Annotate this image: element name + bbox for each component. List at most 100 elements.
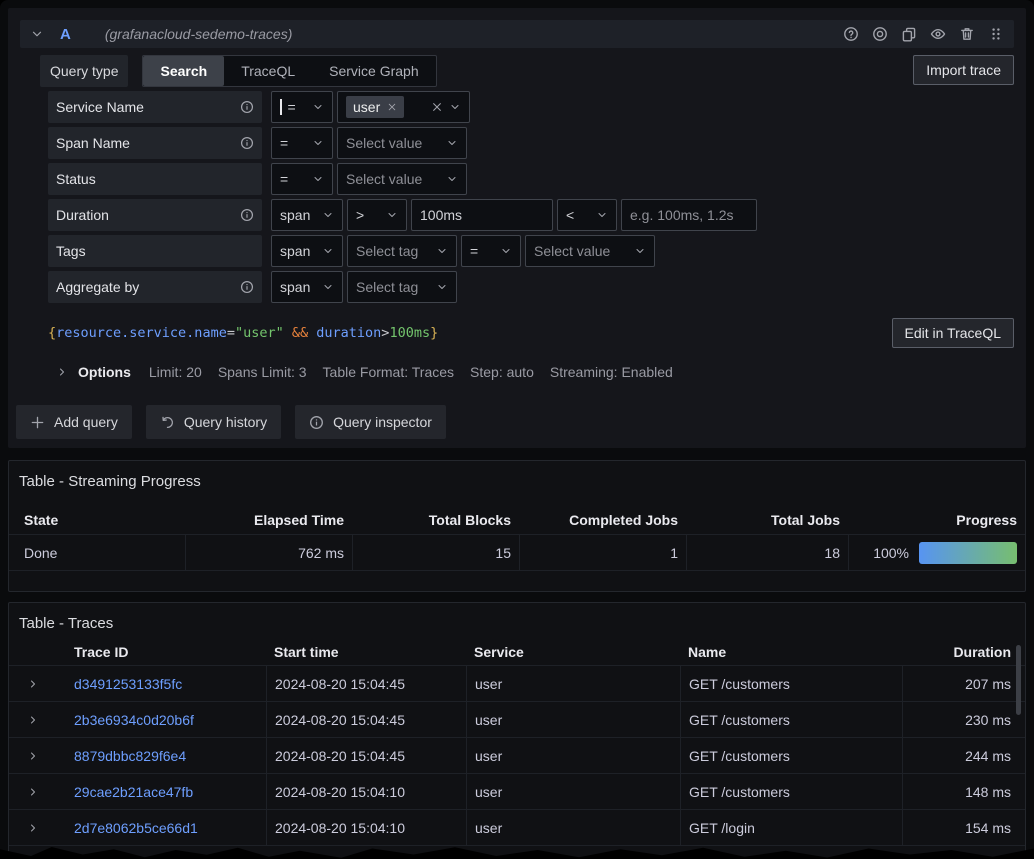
options-spans-limit: Spans Limit: 3 (218, 364, 307, 380)
col-progress[interactable]: Progress (848, 506, 1025, 534)
duration-gt-operator-select[interactable]: > (347, 199, 407, 231)
aggregate-scope-select[interactable]: span (271, 271, 343, 303)
trace-table-row: 8879dbbc829f6e4 2024-08-20 15:04:45 user… (9, 738, 1025, 774)
duration-lt-value-input[interactable] (621, 199, 757, 231)
col-service[interactable]: Service (466, 638, 680, 665)
tab-traceql[interactable]: TraceQL (224, 56, 312, 86)
col-elapsed-time[interactable]: Elapsed Time (185, 506, 352, 534)
col-duration[interactable]: Duration (902, 638, 1025, 665)
chevron-right-icon (27, 822, 39, 834)
row-expander[interactable] (9, 810, 66, 845)
col-completed-jobs[interactable]: Completed Jobs (519, 506, 686, 534)
aggregate-by-label: Aggregate by (48, 271, 262, 303)
scrollbar-thumb[interactable] (1016, 645, 1021, 715)
service-name-operator-select[interactable]: = (271, 91, 333, 123)
col-name[interactable]: Name (680, 638, 902, 665)
col-start-time[interactable]: Start time (266, 638, 466, 665)
panel-title: Table - Streaming Progress (9, 461, 1025, 490)
span-name-value-select[interactable]: Select value (337, 127, 467, 159)
status-operator-select[interactable]: = (271, 163, 333, 195)
trash-icon[interactable] (959, 26, 975, 42)
duration-scope-select[interactable]: span (271, 199, 343, 231)
duration-lt-operator-select[interactable]: < (557, 199, 617, 231)
query-row-header[interactable]: A (grafanacloud-sedemo-traces) (20, 20, 1014, 48)
chevron-right-icon (27, 750, 39, 762)
query-type-label: Query type (40, 55, 128, 87)
copy-icon[interactable] (901, 26, 917, 42)
trace-id-link[interactable]: d3491253133f5fc (74, 676, 182, 692)
query-type-tabs: Search TraceQL Service Graph (142, 55, 436, 87)
edit-in-traceql-button[interactable]: Edit in TraceQL (892, 318, 1015, 348)
query-ref-id: A (60, 26, 71, 43)
cell-name: GET /customers (680, 702, 902, 737)
chevron-right-icon (27, 678, 39, 690)
cell-start-time: 2024-08-20 15:04:45 (266, 666, 466, 701)
options-row[interactable]: Options Limit: 20 Spans Limit: 3 Table F… (48, 357, 1014, 387)
traceql-preview-row: {resource.service.name="user" && duratio… (48, 317, 1014, 349)
cell-service: user (466, 738, 680, 773)
col-state[interactable]: State (9, 506, 185, 534)
cell-service: user (466, 666, 680, 701)
traces-panel: Table - Traces Trace ID Start time Servi… (8, 602, 1026, 859)
chevron-right-icon (27, 786, 39, 798)
panel-title: Table - Traces (9, 603, 1025, 632)
aggregate-by-row: Aggregate by span Select tag (48, 271, 1014, 303)
row-expander[interactable] (9, 738, 66, 773)
tags-scope-select[interactable]: span (271, 235, 343, 267)
remove-value-icon[interactable] (387, 102, 397, 112)
eye-icon[interactable] (930, 26, 946, 42)
chevron-down-icon (322, 209, 334, 221)
options-table-format: Table Format: Traces (323, 364, 455, 380)
span-name-operator-select[interactable]: = (271, 127, 333, 159)
tags-operator-select[interactable]: = (461, 235, 521, 267)
options-streaming: Streaming: Enabled (550, 364, 673, 380)
service-name-value-select[interactable]: user (337, 91, 470, 123)
duration-gt-value-input[interactable] (411, 199, 553, 231)
chevron-down-icon (322, 281, 334, 293)
query-editor-section: A (grafanacloud-sedemo-traces) (8, 8, 1026, 448)
service-name-row: Service Name = user (48, 91, 1014, 123)
datasource-hint: (grafanacloud-sedemo-traces) (105, 26, 293, 42)
options-limit: Limit: 20 (149, 364, 202, 380)
import-trace-button[interactable]: Import trace (913, 55, 1014, 85)
cell-name: GET /customers (680, 666, 902, 701)
col-expander (9, 638, 66, 665)
help-icon[interactable] (843, 26, 859, 42)
collapse-query-icon[interactable] (30, 27, 44, 41)
chevron-right-icon[interactable] (56, 366, 68, 378)
query-history-button[interactable]: Query history (146, 405, 281, 439)
col-total-blocks[interactable]: Total Blocks (352, 506, 519, 534)
chevron-down-icon (322, 245, 334, 257)
query-row-actions (843, 26, 1004, 42)
info-icon (240, 280, 254, 294)
tab-search[interactable]: Search (143, 56, 224, 86)
add-query-button[interactable]: Add query (16, 405, 132, 439)
streaming-table-row: Done 762 ms 15 1 18 100% (9, 534, 1025, 571)
chevron-down-icon (436, 281, 448, 293)
aggregate-tag-select[interactable]: Select tag (347, 271, 457, 303)
row-expander[interactable] (9, 774, 66, 809)
duration-row: Duration span > < (48, 199, 1014, 231)
query-inspector-button[interactable]: Query inspector (295, 405, 446, 439)
col-trace-id[interactable]: Trace ID (66, 638, 266, 665)
drag-handle-icon[interactable] (988, 26, 1004, 42)
trace-id-link[interactable]: 29cae2b21ace47fb (74, 784, 193, 800)
trace-id-link[interactable]: 2d7e8062b5ce66d1 (74, 820, 198, 836)
cell-start-time: 2024-08-20 15:04:45 (266, 702, 466, 737)
streaming-table-header: State Elapsed Time Total Blocks Complete… (9, 506, 1025, 534)
plus-icon (30, 415, 45, 430)
trace-id-link[interactable]: 8879dbbc829f6e4 (74, 748, 186, 764)
cell-name: GET /login (680, 810, 902, 845)
bullseye-icon[interactable] (872, 26, 888, 42)
clear-all-icon[interactable] (431, 101, 443, 113)
chevron-down-icon (634, 245, 646, 257)
status-value-select[interactable]: Select value (337, 163, 467, 195)
row-expander[interactable] (9, 666, 66, 701)
tab-service-graph[interactable]: Service Graph (312, 56, 435, 86)
row-expander[interactable] (9, 702, 66, 737)
chevron-down-icon (312, 101, 324, 113)
col-total-jobs[interactable]: Total Jobs (686, 506, 848, 534)
tags-value-select[interactable]: Select value (525, 235, 655, 267)
tags-tag-select[interactable]: Select tag (347, 235, 457, 267)
trace-id-link[interactable]: 2b3e6934c0d20b6f (74, 712, 194, 728)
